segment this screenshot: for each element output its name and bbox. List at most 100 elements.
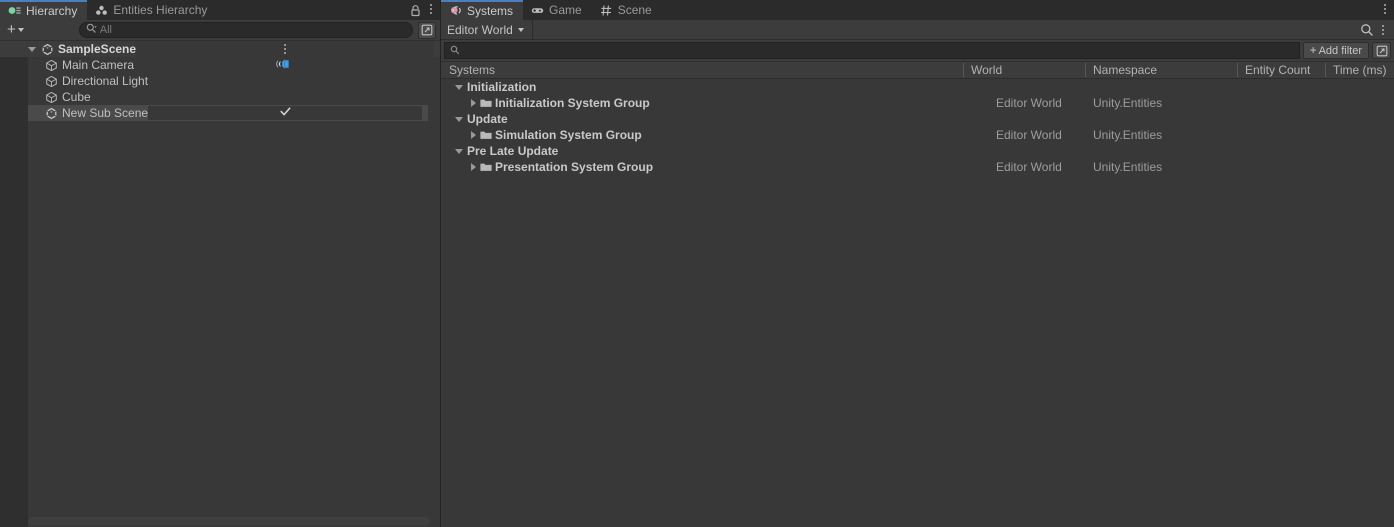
hierarchy-row-badges bbox=[148, 106, 422, 120]
systems-table-row[interactable]: Update bbox=[441, 111, 1394, 127]
scene-context-menu-icon[interactable] bbox=[278, 41, 292, 58]
system-name-label: Update bbox=[467, 112, 508, 126]
hierarchy-tab-menu-icon[interactable] bbox=[424, 0, 438, 18]
systems-cell-name: Update bbox=[441, 112, 963, 126]
hierarchy-search-input[interactable]: All bbox=[78, 22, 413, 38]
sync-selection-icon[interactable] bbox=[1372, 42, 1391, 59]
tab-hierarchy[interactable]: Hierarchy bbox=[0, 0, 88, 20]
chevron-down-icon bbox=[17, 28, 24, 32]
entities-hierarchy-icon bbox=[95, 4, 108, 17]
hierarchy-row-label: Main Camera bbox=[62, 58, 135, 72]
lock-icon[interactable] bbox=[406, 0, 424, 20]
column-header-namespace[interactable]: Namespace bbox=[1085, 61, 1237, 79]
hierarchy-tabbar: Hierarchy Entities Hierarchy bbox=[0, 0, 440, 20]
checkmark-icon bbox=[279, 106, 291, 120]
tab-scene[interactable]: Scene bbox=[592, 0, 662, 20]
systems-cell-namespace: Unity.Entities bbox=[1093, 160, 1163, 174]
systems-search-input[interactable] bbox=[444, 42, 1300, 59]
unity-scene-icon bbox=[41, 43, 54, 56]
tab-scene-label: Scene bbox=[617, 3, 652, 17]
systems-table-row[interactable]: Pre Late Update bbox=[441, 143, 1394, 159]
column-header-entity_count[interactable]: Entity Count bbox=[1237, 61, 1325, 79]
column-header-systems[interactable]: Systems bbox=[441, 61, 963, 79]
systems-table-row[interactable]: Initialization System Group Editor World U… bbox=[441, 95, 1394, 111]
add-gameobject-button[interactable]: + bbox=[4, 22, 27, 39]
systems-cell-name: Initialization System Group bbox=[441, 96, 963, 110]
plus-icon: + bbox=[7, 21, 16, 38]
hierarchy-horizontal-scrollbar[interactable] bbox=[28, 516, 440, 527]
system-name-label: Presentation System Group bbox=[495, 160, 654, 174]
unity-scene-icon bbox=[45, 107, 58, 120]
add-filter-button[interactable]: + Add filter bbox=[1302, 42, 1369, 59]
hierarchy-row[interactable]: New Sub Scene bbox=[28, 105, 428, 121]
systems-filter-bar: + Add filter bbox=[441, 40, 1394, 61]
collapse-arrow-icon[interactable] bbox=[471, 163, 476, 171]
expand-arrow-icon[interactable] bbox=[455, 148, 463, 154]
chevron-down-icon bbox=[517, 27, 524, 32]
system-name-label: Initialization System Group bbox=[495, 96, 650, 110]
systems-tab-menu-icon[interactable] bbox=[1378, 0, 1392, 18]
tab-systems[interactable]: Systems bbox=[441, 0, 524, 20]
systems-toolbar-spacer bbox=[533, 20, 1360, 39]
folder-icon bbox=[480, 162, 492, 172]
scrollbar-thumb[interactable] bbox=[28, 517, 430, 526]
systems-cell-namespace: Unity.Entities bbox=[1093, 128, 1163, 142]
column-header-world[interactable]: World bbox=[963, 61, 1085, 79]
hierarchy-row-badges bbox=[136, 41, 434, 58]
systems-table-header: Systems World Namespace Entity Count Time (m… bbox=[441, 61, 1394, 79]
expand-arrow-icon[interactable] bbox=[28, 46, 36, 52]
system-name-label: Simulation System Group bbox=[495, 128, 642, 142]
hierarchy-row[interactable]: SampleScene bbox=[0, 41, 440, 58]
hierarchy-row[interactable]: Directional Light bbox=[0, 73, 440, 89]
systems-table-row[interactable]: Simulation System Group Editor World Unity… bbox=[441, 127, 1394, 143]
hierarchy-row-label: New Sub Scene bbox=[62, 106, 149, 120]
unity-editor-window: Hierarchy Entities Hierarchy + All Sampl… bbox=[0, 0, 1394, 527]
tab-entities-hierarchy-label: Entities Hierarchy bbox=[113, 3, 208, 17]
hierarchy-row-badges bbox=[134, 57, 434, 73]
collapse-arrow-icon[interactable] bbox=[471, 99, 476, 107]
hierarchy-row[interactable]: Cube bbox=[0, 89, 440, 105]
hierarchy-search-placeholder: All bbox=[99, 24, 112, 36]
gameobject-cube-icon bbox=[45, 91, 58, 104]
system-name-label: Initialization bbox=[467, 80, 537, 94]
systems-row-list: Initialization Initialization System Grou… bbox=[441, 79, 1394, 175]
systems-tabbar-spacer bbox=[662, 0, 1378, 20]
systems-panel: Systems Game Scene Editor World + Add fi… bbox=[441, 0, 1394, 527]
collapse-arrow-icon[interactable] bbox=[471, 131, 476, 139]
object-picker-icon[interactable] bbox=[418, 21, 436, 39]
systems-icon bbox=[449, 4, 462, 17]
expand-arrow-icon[interactable] bbox=[455, 84, 463, 90]
systems-table-row[interactable]: Initialization bbox=[441, 79, 1394, 95]
systems-cell-name: Initialization bbox=[441, 80, 963, 94]
plus-icon: + bbox=[1309, 43, 1317, 57]
systems-tabbar: Systems Game Scene bbox=[441, 0, 1394, 20]
systems-cell-name: Presentation System Group bbox=[441, 160, 963, 174]
search-icon bbox=[450, 44, 460, 58]
folder-icon bbox=[480, 130, 492, 140]
systems-cell-name: Pre Late Update bbox=[441, 144, 963, 158]
systems-table-body[interactable]: Initialization Initialization System Grou… bbox=[441, 79, 1394, 527]
tab-systems-label: Systems bbox=[467, 3, 514, 18]
systems-options-menu-icon[interactable] bbox=[1376, 21, 1390, 39]
column-header-label: Entity Count bbox=[1245, 63, 1311, 77]
gameobject-cube-icon bbox=[45, 75, 58, 88]
search-icon[interactable] bbox=[1360, 23, 1374, 37]
systems-toolbar: Editor World bbox=[441, 20, 1394, 40]
expand-arrow-icon[interactable] bbox=[455, 116, 463, 122]
hierarchy-panel: Hierarchy Entities Hierarchy + All Sampl… bbox=[0, 0, 441, 527]
tab-game[interactable]: Game bbox=[523, 0, 592, 20]
hierarchy-row-label: Directional Light bbox=[62, 74, 149, 88]
hierarchy-row-label: Cube bbox=[62, 90, 91, 104]
tab-entities-hierarchy[interactable]: Entities Hierarchy bbox=[87, 0, 217, 20]
hierarchy-row-label: SampleScene bbox=[58, 42, 137, 56]
column-header-time_ms[interactable]: Time (ms) bbox=[1325, 61, 1393, 79]
hierarchy-tree[interactable]: SampleScene Main Camera Directional Light C… bbox=[0, 41, 440, 527]
folder-icon bbox=[480, 98, 492, 108]
systems-cell-name: Simulation System Group bbox=[441, 128, 963, 142]
systems-cell-world: Editor World bbox=[996, 128, 1062, 142]
world-selector-dropdown[interactable]: Editor World bbox=[441, 20, 533, 39]
audio-listener-icon bbox=[275, 58, 293, 73]
hierarchy-row[interactable]: Main Camera bbox=[0, 57, 440, 73]
column-header-label: Namespace bbox=[1093, 63, 1158, 77]
systems-table-row[interactable]: Presentation System Group Editor World Uni… bbox=[441, 159, 1394, 175]
